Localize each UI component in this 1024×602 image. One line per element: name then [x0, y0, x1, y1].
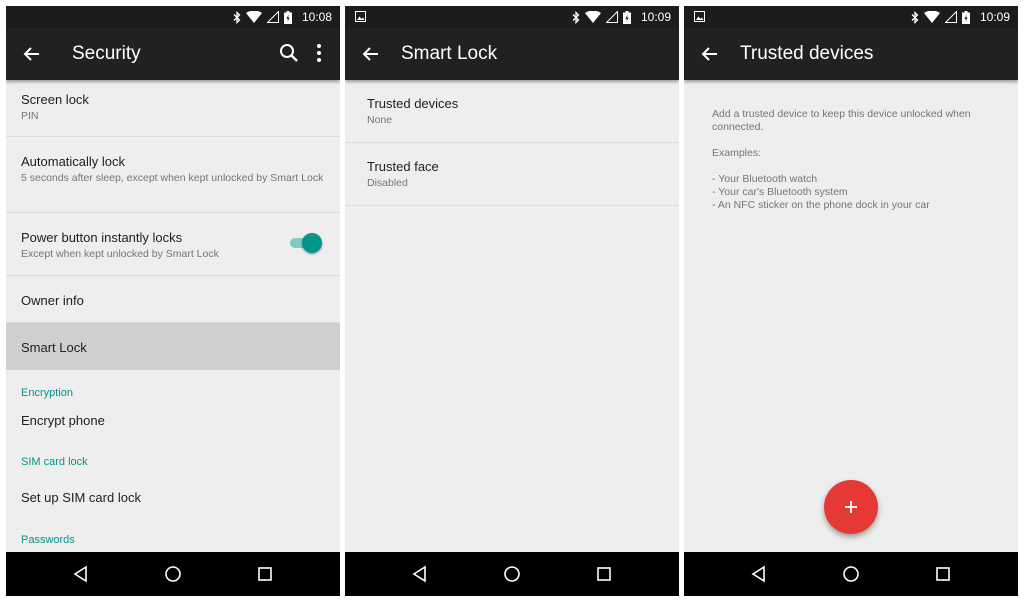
setting-summary: Disabled — [367, 177, 408, 189]
nav-recents-icon[interactable] — [933, 564, 953, 584]
setting-title: Set up SIM card lock — [21, 490, 141, 505]
setting-screen-lock[interactable]: Screen lock PIN — [6, 80, 340, 137]
clock: 10:09 — [640, 10, 671, 24]
app-bar: Security — [6, 28, 340, 80]
trusted-devices-help: Add a trusted device to keep this device… — [712, 108, 1002, 212]
nav-back-icon[interactable] — [749, 564, 769, 584]
back-arrow-icon[interactable] — [361, 44, 381, 64]
bluetooth-icon — [233, 10, 241, 24]
add-trusted-device-button[interactable] — [824, 480, 878, 534]
setting-trusted-devices[interactable]: Trusted devices None — [345, 80, 679, 143]
navigation-bar — [684, 552, 1018, 596]
examples-label: Examples: — [712, 147, 762, 159]
power-lock-toggle[interactable] — [288, 233, 322, 253]
setting-automatically-lock[interactable]: Automatically lock 5 seconds after sleep… — [6, 137, 340, 213]
settings-list: Screen lock PIN Automatically lock 5 sec… — [6, 80, 340, 552]
setting-title: Trusted devices — [367, 96, 459, 111]
wifi-icon — [246, 11, 262, 23]
setting-power-button-locks[interactable]: Power button instantly locks Except when… — [6, 213, 340, 276]
plus-icon — [845, 501, 857, 513]
wifi-icon — [924, 11, 940, 23]
clock: 10:09 — [979, 10, 1010, 24]
signal-icon — [945, 11, 957, 23]
setting-title: Trusted face — [367, 159, 439, 174]
battery-icon — [284, 10, 292, 24]
setting-title: Power button instantly locks — [21, 230, 183, 245]
setting-title: Smart Lock — [21, 340, 87, 355]
category-passwords: Passwords — [21, 534, 75, 546]
setting-summary: PIN — [21, 110, 39, 122]
image-notification-icon — [355, 11, 366, 22]
description-text: Add a trusted device to keep this device… — [712, 108, 971, 133]
nav-recents-icon[interactable] — [594, 564, 614, 584]
setting-title: Encrypt phone — [21, 413, 105, 428]
trusted-devices-screen: 10:09 Trusted devices Add a trusted devi… — [684, 6, 1018, 596]
example-item: - Your car's Bluetooth system — [712, 186, 848, 198]
battery-icon — [623, 10, 631, 24]
setting-summary: 5 seconds after sleep, except when kept … — [21, 172, 324, 184]
setting-title: Screen lock — [21, 92, 89, 107]
security-screen: 10:08 Security Screen lock PIN Automatic… — [6, 6, 340, 596]
nav-back-icon[interactable] — [71, 564, 91, 584]
back-arrow-icon[interactable] — [700, 44, 720, 64]
app-bar: Smart Lock — [345, 28, 679, 80]
image-notification-icon — [694, 11, 705, 22]
app-bar: Trusted devices — [684, 28, 1018, 80]
setting-title: Automatically lock — [21, 154, 126, 169]
nav-home-icon[interactable] — [163, 564, 183, 584]
setting-sim-card-lock[interactable]: Set up SIM card lock — [6, 485, 340, 526]
smart-lock-screen: 10:09 Smart Lock Trusted devices None Tr… — [345, 6, 679, 596]
status-bar: 10:09 — [684, 6, 1018, 28]
page-title: Trusted devices — [740, 43, 874, 64]
bluetooth-icon — [911, 10, 919, 24]
status-bar: 10:09 — [345, 6, 679, 28]
status-bar: 10:08 — [6, 6, 340, 28]
navigation-bar — [6, 552, 340, 596]
more-vert-icon[interactable] — [308, 42, 330, 64]
nav-back-icon[interactable] — [410, 564, 430, 584]
setting-encrypt-phone[interactable]: Encrypt phone — [6, 407, 340, 448]
nav-recents-icon[interactable] — [255, 564, 275, 584]
page-title: Security — [72, 43, 141, 64]
category-sim-card-lock: SIM card lock — [21, 456, 88, 468]
nav-home-icon[interactable] — [841, 564, 861, 584]
example-item: - Your Bluetooth watch — [712, 173, 818, 185]
navigation-bar — [345, 552, 679, 596]
category-encryption: Encryption — [21, 387, 73, 399]
example-item: - An NFC sticker on the phone dock in yo… — [712, 199, 930, 211]
wifi-icon — [585, 11, 601, 23]
smart-lock-list: Trusted devices None Trusted face Disabl… — [345, 80, 679, 552]
setting-smart-lock[interactable]: Smart Lock — [6, 323, 340, 370]
signal-icon — [267, 11, 279, 23]
battery-icon — [962, 10, 970, 24]
setting-title: Owner info — [21, 293, 84, 308]
clock: 10:08 — [301, 10, 332, 24]
search-icon[interactable] — [278, 42, 300, 64]
back-arrow-icon[interactable] — [22, 44, 42, 64]
setting-summary: Except when kept unlocked by Smart Lock — [21, 248, 219, 260]
setting-trusted-face[interactable]: Trusted face Disabled — [345, 143, 679, 206]
signal-icon — [606, 11, 618, 23]
setting-owner-info[interactable]: Owner info — [6, 276, 340, 323]
page-title: Smart Lock — [401, 43, 498, 64]
setting-summary: None — [367, 114, 393, 126]
bluetooth-icon — [572, 10, 580, 24]
nav-home-icon[interactable] — [502, 564, 522, 584]
